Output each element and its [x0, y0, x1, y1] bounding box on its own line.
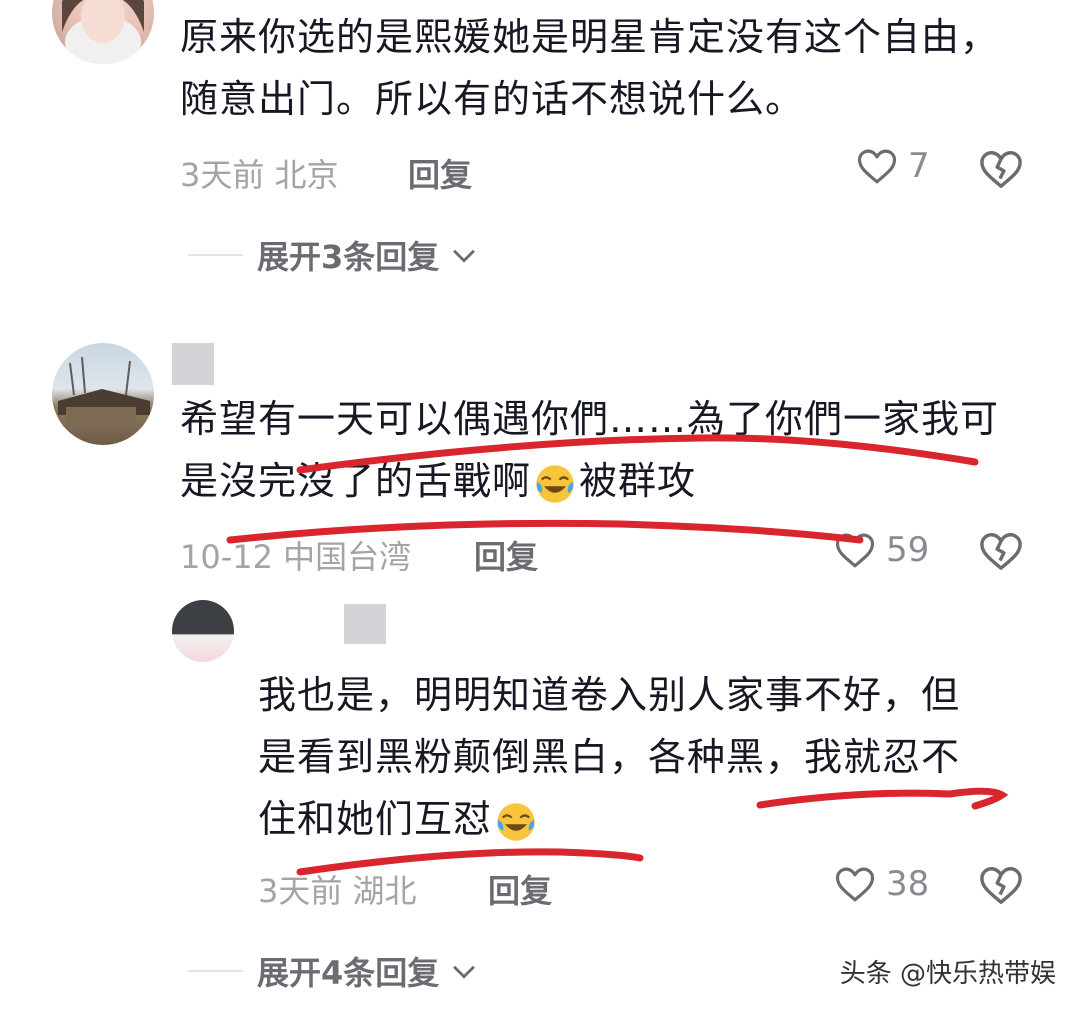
chevron-down-icon	[453, 965, 476, 979]
heart-icon	[835, 533, 875, 568]
avatar[interactable]	[172, 600, 234, 662]
divider-line	[188, 970, 243, 972]
reply-text-part: 我也是，明明知道卷入别人家事不好，但是看到黑粉颠倒黑白，各种黑，我就忍不住和她们…	[258, 673, 961, 841]
broken-heart-icon	[980, 867, 1022, 904]
reply-time-location: 3天前 湖北	[258, 872, 417, 910]
expand-replies-button[interactable]: 展开4条回复	[188, 948, 481, 994]
avatar[interactable]	[52, 343, 154, 445]
dislike-button[interactable]	[978, 864, 1024, 910]
comment-text-part: 被群攻	[579, 459, 697, 503]
heart-icon	[857, 149, 897, 184]
comment-text: 希望有一天可以偶遇你們……為了你們一家我可是沒完沒了的舌戰啊 被群攻	[180, 388, 1020, 512]
username-redacted[interactable]	[344, 604, 386, 644]
broken-heart-icon	[980, 151, 1022, 188]
reply-button[interactable]: 回复	[474, 532, 538, 578]
reply-button[interactable]: 回复	[408, 150, 472, 196]
heart-icon	[835, 867, 875, 902]
dislike-button[interactable]	[978, 530, 1024, 576]
expand-replies-label: 展开4条回复	[257, 954, 440, 992]
dislike-button[interactable]	[978, 148, 1024, 194]
like-count: 7	[908, 146, 930, 186]
broken-heart-icon	[980, 533, 1022, 570]
comment-time-location: 3天前 北京	[180, 156, 339, 194]
comment-text: 原来你选的是熙媛她是明星肯定没有这个自由，随意出门。所以有的话不想说什么。	[180, 15, 1000, 121]
like-button[interactable]: 59	[834, 530, 929, 570]
like-button[interactable]: 7	[856, 146, 930, 186]
reply-text: 我也是，明明知道卷入别人家事不好，但是看到黑粉颠倒黑白，各种黑，我就忍不住和她们…	[258, 664, 998, 850]
avatar[interactable]	[52, 0, 154, 64]
chevron-down-icon	[453, 249, 476, 263]
like-count: 59	[886, 530, 930, 570]
expand-replies-button[interactable]: 展开3条回复	[188, 232, 481, 278]
like-button[interactable]: 38	[834, 864, 929, 904]
like-count: 38	[886, 864, 930, 904]
avatar-face-icon	[62, 0, 144, 64]
watermark: 头条 @快乐热带娱	[839, 959, 1056, 989]
expand-replies-label: 展开3条回复	[257, 238, 440, 276]
divider-line	[188, 254, 243, 256]
username-redacted[interactable]	[172, 343, 214, 385]
laughing-crying-emoji-icon	[497, 802, 535, 841]
avatar-house-icon	[58, 356, 150, 425]
laughing-crying-emoji-icon	[536, 464, 574, 503]
reply-button[interactable]: 回复	[488, 866, 552, 912]
comment-time-location: 10-12 中国台湾	[180, 538, 412, 576]
